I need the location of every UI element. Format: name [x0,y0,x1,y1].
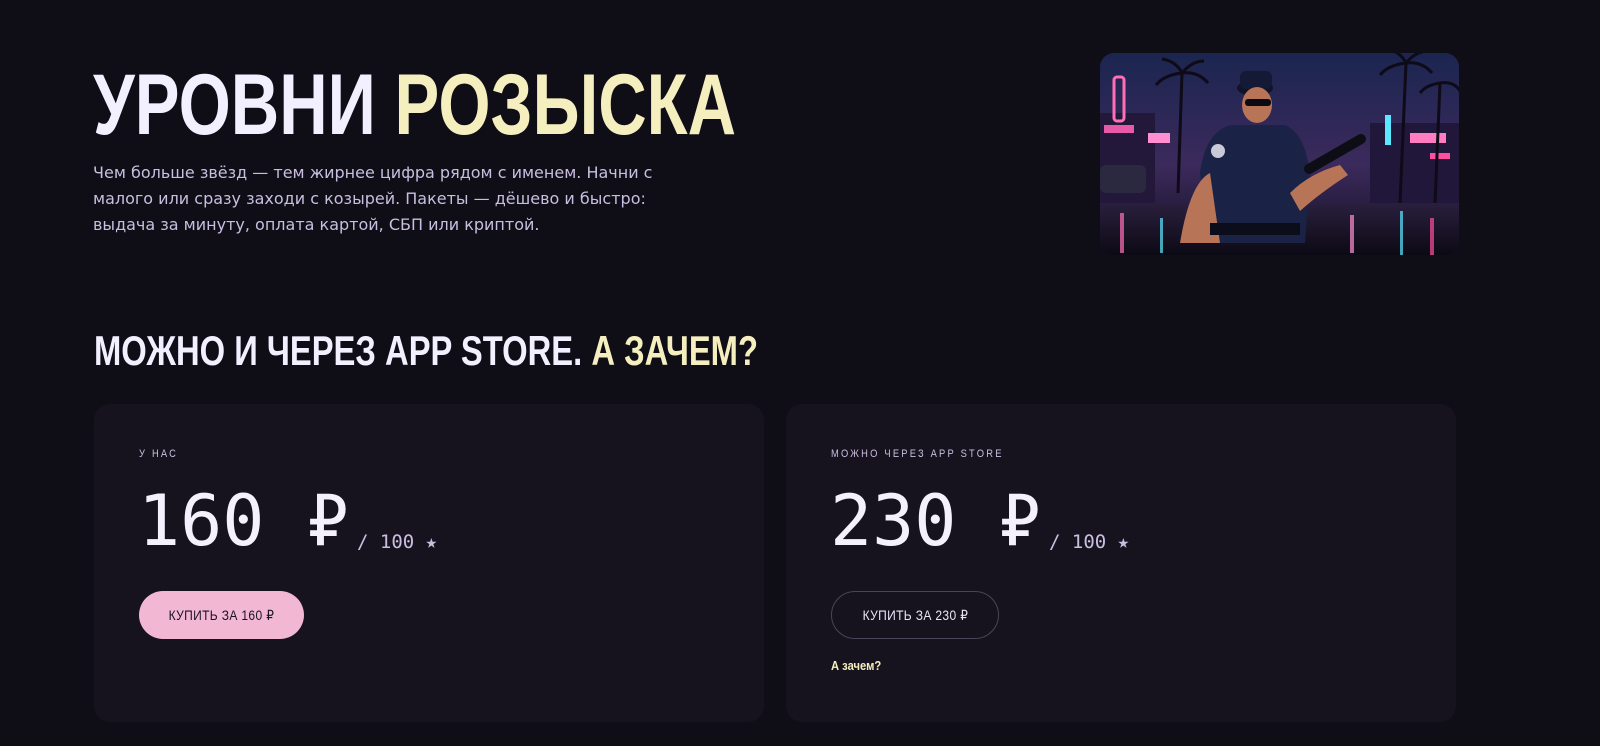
appstore-price-card: МОЖНО ЧЕРЕЗ APP STORE 230 ₽ / 100 ★ КУПИ… [786,404,1456,722]
hero-title-accent: РОЗЫСКА [394,57,737,153]
buy-230-button-label: КУПИТЬ ЗА 230 ₽ [862,606,968,623]
buy-160-button[interactable]: КУПИТЬ ЗА 160 ₽ [139,591,304,639]
section-title-part1: МОЖНО И ЧЕРЕЗ APP STORE. [94,327,592,374]
card-label: У НАС [139,448,179,460]
buy-230-button[interactable]: КУПИТЬ ЗА 230 ₽ [831,591,999,639]
buy-160-button-label: КУПИТЬ ЗА 160 ₽ [168,606,275,623]
section-title: МОЖНО И ЧЕРЕЗ APP STORE. А ЗАЧЕМ? [94,330,758,372]
why-link[interactable]: А зачем? [831,658,881,673]
police-officer-image [1100,53,1459,255]
hero-title-part1: УРОВНИ [93,57,395,153]
price: 230 ₽ [830,480,1041,562]
card-label: МОЖНО ЧЕРЕЗ APP STORE [831,448,1004,460]
price: 160 ₽ [138,480,349,562]
section-title-accent: А ЗАЧЕМ? [591,327,758,374]
hero-title: УРОВНИ РОЗЫСКА [93,62,736,148]
price-per-stars: / 100 ★ [357,531,438,553]
price-per-stars: / 100 ★ [1049,531,1130,553]
hero-description: Чем больше звёзд — тем жирнее цифра рядо… [93,163,653,234]
our-price-card: У НАС 160 ₽ / 100 ★ КУПИТЬ ЗА 160 ₽ [94,404,764,722]
